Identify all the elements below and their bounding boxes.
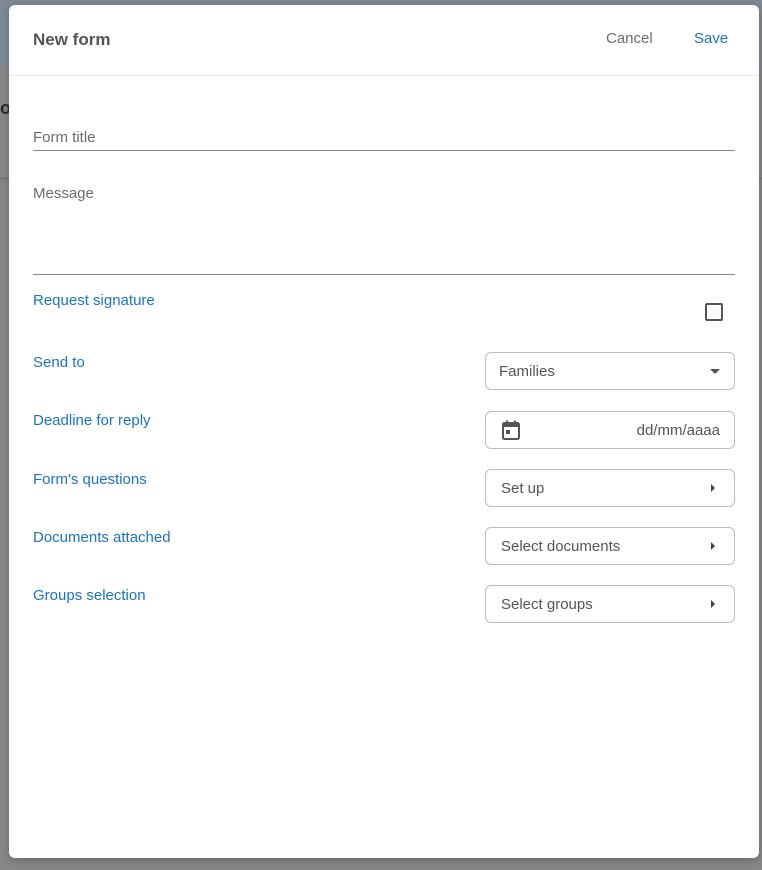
form-questions-label: Form's questions <box>33 471 147 488</box>
send-to-select[interactable]: Families <box>485 352 735 390</box>
deadline-date-input[interactable]: dd/mm/aaaa <box>485 411 735 449</box>
groups-selection-label: Groups selection <box>33 587 146 604</box>
save-button[interactable]: Save <box>694 30 728 47</box>
dropdown-caret-icon <box>710 369 720 374</box>
request-signature-label: Request signature <box>33 292 155 309</box>
chevron-right-icon <box>711 484 715 492</box>
message-input[interactable] <box>33 185 735 275</box>
form-title-input[interactable] <box>33 125 735 151</box>
send-to-selected-value: Families <box>499 363 555 380</box>
dialog-title: New form <box>33 30 111 49</box>
new-form-dialog: New form Cancel Save Request signature S… <box>9 5 759 858</box>
chevron-right-icon <box>711 600 715 608</box>
request-signature-checkbox[interactable] <box>705 303 723 321</box>
form-questions-action-text: Set up <box>501 480 545 497</box>
calendar-icon <box>502 420 520 440</box>
dialog-header: New form Cancel Save <box>9 5 759 76</box>
select-groups-text: Select groups <box>501 596 593 613</box>
select-documents-text: Select documents <box>501 538 621 555</box>
chevron-right-icon <box>711 542 715 550</box>
select-groups-button[interactable]: Select groups <box>485 585 735 623</box>
deadline-date-placeholder: dd/mm/aaaa <box>636 422 720 439</box>
form-questions-setup-button[interactable]: Set up <box>485 469 735 507</box>
cancel-button[interactable]: Cancel <box>606 30 653 47</box>
deadline-label: Deadline for reply <box>33 412 151 429</box>
select-documents-button[interactable]: Select documents <box>485 527 735 565</box>
documents-attached-label: Documents attached <box>33 529 171 546</box>
send-to-label: Send to <box>33 354 85 371</box>
